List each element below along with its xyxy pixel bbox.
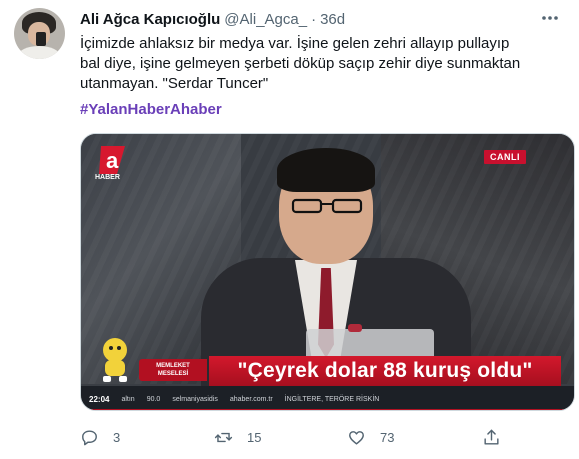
headline-banner: "Çeyrek dolar 88 kuruş oldu" [209, 356, 561, 386]
segment-label-bottom: MESELESİ [157, 371, 189, 377]
tweet-time[interactable]: 36d [320, 11, 345, 28]
tweet-text-line: utanmayan. "Serdar Tuncer" [80, 75, 269, 92]
ticker-item: 90.0 [146, 395, 161, 403]
like-button[interactable]: 73 [347, 425, 394, 449]
glasses-icon [291, 198, 363, 214]
ticker-time: 22:04 [89, 394, 110, 404]
share-button[interactable] [482, 425, 501, 449]
tweet-media[interactable]: a HABER CANLI MEMLEKET MESELESİ "Çeyrek … [80, 133, 575, 411]
retweet-icon [214, 432, 233, 442]
retweet-button[interactable]: 15 [214, 425, 261, 449]
reply-count: 3 [113, 429, 121, 445]
ahaber-logo: a [99, 146, 125, 174]
tweet[interactable]: Ali Ağca Kapıcıoğlu @Ali_Agca_ · 36d İçi… [0, 0, 579, 459]
ticker-item: İNGİLTERE, TERÖRE RİSKİN [284, 395, 380, 403]
more-icon [542, 16, 558, 20]
segment-label: MEMLEKET MESELESİ [139, 359, 207, 381]
like-count: 73 [380, 429, 395, 445]
share-icon [484, 429, 499, 445]
more-options-button[interactable] [538, 9, 562, 27]
tweet-text-line: İçimizde ahlaksız bir medya var. İşine g… [80, 35, 510, 52]
ticker-item: altın [121, 395, 135, 403]
mascot-icon [103, 338, 127, 382]
retweet-count: 15 [247, 429, 262, 445]
hashtag-link[interactable]: #YalanHaberAhaber [80, 100, 222, 120]
tweet-text: İçimizde ahlaksız bir medya var. İşine g… [80, 34, 574, 94]
reply-icon [82, 429, 97, 445]
news-ticker: 22:04 altın 90.0 selmaniyasidis ahaber.c… [81, 386, 574, 410]
microphone-icon [348, 324, 362, 332]
segment-label-top: MEMLEKET [156, 363, 190, 369]
separator-dot: · [311, 10, 317, 28]
svg-text:a: a [106, 148, 119, 173]
ticker-strip [81, 409, 574, 410]
anchor-hair [277, 148, 375, 192]
ticker-item: selmaniyasidis [172, 395, 218, 403]
live-badge: CANLI [484, 150, 526, 164]
avatar-shirt [18, 46, 60, 59]
like-icon [349, 430, 364, 445]
tweet-text-line: bal diye, işine gelmeyen şerbeti döküp s… [80, 55, 521, 72]
author-name[interactable]: Ali Ağca Kapıcıoğlu [80, 11, 220, 28]
tweet-actions: 3 15 73 [80, 425, 575, 449]
ticker-item: ahaber.com.tr [229, 395, 273, 403]
author-handle[interactable]: @Ali_Agca_ [224, 11, 307, 28]
avatar-phone [36, 32, 46, 46]
ahaber-logo-text: HABER [95, 174, 120, 181]
avatar[interactable] [14, 8, 65, 59]
reply-button[interactable]: 3 [80, 425, 120, 449]
tweet-header: Ali Ağca Kapıcıoğlu @Ali_Agca_ · 36d [80, 9, 345, 29]
